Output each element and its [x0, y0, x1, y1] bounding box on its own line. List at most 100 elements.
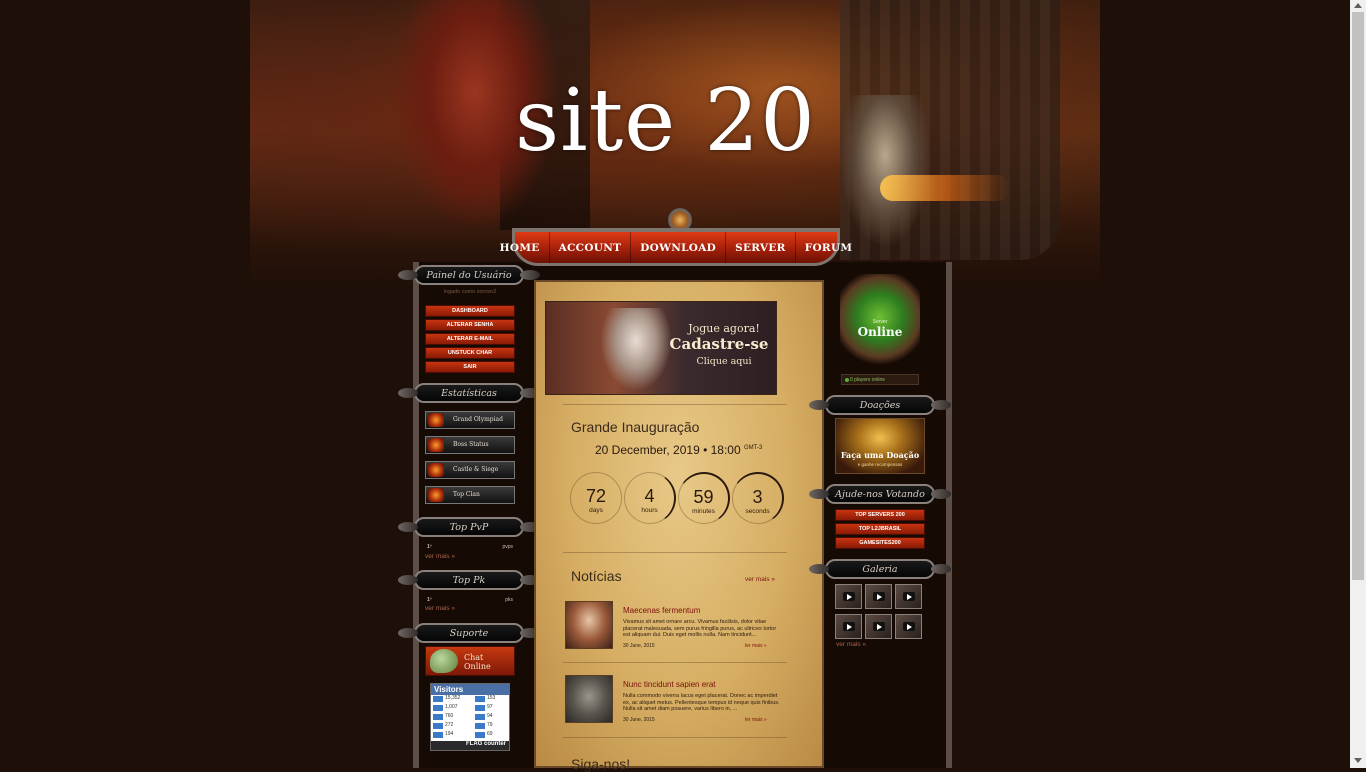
grand-olympiad-button[interactable]: Grand Olympiad — [425, 411, 515, 429]
change-email-button[interactable]: Alterar E-mail — [425, 333, 515, 345]
boss-icon — [428, 438, 444, 452]
visitors-col-left: 15,352 1,007 760 272 194 — [431, 695, 509, 740]
gallery-video-thumb[interactable] — [895, 614, 922, 639]
visitor-row: 15,352 — [431, 695, 509, 704]
site-title: site 20 — [515, 71, 816, 171]
visitor-row: 194 — [431, 731, 509, 740]
gallery-video-thumb[interactable] — [865, 584, 892, 609]
statistics-header: Estatísticas — [398, 383, 540, 403]
dashboard-button[interactable]: Dashboard — [425, 305, 515, 317]
visitor-row: 153 — [473, 695, 495, 704]
news-thumbnail — [565, 675, 613, 723]
countdown-hours: 4 hours — [624, 472, 676, 524]
castle-siege-button[interactable]: Castle & Siege — [425, 461, 515, 479]
top-pvp-more-link[interactable]: ver mais » — [425, 553, 455, 560]
countdown-label: minutes — [692, 508, 715, 515]
top-pvp-rank: 1º — [427, 544, 432, 550]
castle-icon — [428, 463, 444, 477]
opening-title: Grande Inauguração — [571, 419, 700, 435]
chat-line2: Online — [464, 662, 491, 671]
nav-server[interactable]: Server — [726, 232, 796, 263]
vote-gamesites-button[interactable]: Gamesites200 — [835, 537, 925, 549]
main-nav: Home Account Download Server Forum — [500, 228, 852, 266]
vote-topservers-button[interactable]: Top Servers 200 — [835, 509, 925, 521]
gallery-more-link[interactable]: ver mais » — [836, 641, 866, 648]
countdown-label: hours — [641, 507, 658, 514]
unstuck-char-button[interactable]: Unstuck Char — [425, 347, 515, 359]
visitors-col-right: 153 97 94 79 69 — [473, 695, 495, 740]
donate-banner[interactable]: Faça uma Doação e ganhe recompensas — [835, 418, 925, 474]
banner-line2: Cadastre-se — [669, 335, 769, 353]
user-panel-header: Painel do Usuário — [398, 265, 540, 285]
stat-label: Castle & Siege — [453, 466, 499, 473]
news-item-more[interactable]: ler mais » — [745, 643, 767, 649]
visitor-row: 94 — [473, 713, 495, 722]
server-status-orb: Server Online — [840, 274, 920, 370]
visitors-title: Visitors — [431, 684, 509, 695]
logged-as-text: logado como sorriso2 — [443, 289, 497, 295]
nav-download[interactable]: Download — [631, 232, 727, 263]
news-item-text: Vivamus sit amet ornare arcu. Vivamus fa… — [623, 619, 777, 638]
countdown-value: 3 — [752, 487, 763, 507]
news-item[interactable]: Maecenas fermentum Vivamus sit amet orna… — [565, 601, 785, 653]
countdown-value: 72 — [585, 486, 607, 506]
countdown-days: 72 days — [570, 472, 622, 524]
gallery-video-thumb[interactable] — [895, 584, 922, 609]
divider — [563, 737, 787, 738]
news-item-more[interactable]: ler mais » — [745, 717, 767, 723]
nav-account[interactable]: Account — [550, 232, 632, 263]
countdown-value: 59 — [693, 487, 714, 507]
news-item[interactable]: Nunc tincidunt sapien erat Nulla commodo… — [565, 675, 785, 727]
flag-counter-widget[interactable]: Visitors 15,352 1,007 760 272 194 153 97… — [430, 683, 510, 751]
divider — [563, 404, 787, 405]
opening-timezone: GMT-3 — [743, 445, 763, 451]
countdown-minutes: 59 minutes — [678, 472, 730, 524]
news-title: Notícias — [571, 568, 622, 584]
visitor-row: 97 — [473, 704, 495, 713]
stat-label: Grand Olympiad — [453, 416, 503, 423]
banner-line3: Clique aqui — [696, 356, 752, 367]
boss-status-button[interactable]: Boss Status — [425, 436, 515, 454]
countdown-label: seconds — [745, 508, 770, 515]
chat-online-button[interactable]: Chat Online — [425, 646, 515, 676]
scroll-thumb[interactable] — [1352, 12, 1364, 580]
clan-icon — [428, 488, 444, 502]
support-header: Suporte — [398, 623, 540, 643]
logout-button[interactable]: Sair — [425, 361, 515, 373]
top-pvp-col: pvps — [502, 544, 513, 550]
opening-date-text: 20 December, 2019 • 18:00 — [595, 443, 741, 457]
top-clan-button[interactable]: Top Clan — [425, 486, 515, 504]
play-icon — [843, 622, 855, 631]
nav-forum[interactable]: Forum — [796, 232, 862, 263]
scroll-up-icon[interactable] — [1354, 3, 1362, 8]
change-password-button[interactable]: Alterar Senha — [425, 319, 515, 331]
gallery-video-thumb[interactable] — [835, 584, 862, 609]
opening-date: 20 December, 2019 • 18:00 GMT-3 — [595, 443, 762, 457]
vote-l2jbrasil-button[interactable]: Top L2JBrasil — [835, 523, 925, 535]
banner-line1: Jogue agora! — [688, 322, 760, 335]
top-pk-col: pks — [505, 597, 513, 603]
top-pk-more-link[interactable]: ver mais » — [425, 605, 455, 612]
news-item-date: 30 June, 2015 — [623, 643, 655, 649]
news-item-title[interactable]: Nunc tincidunt sapien erat — [623, 680, 716, 689]
gallery-header: Galeria — [809, 559, 951, 579]
news-item-date: 30 June, 2015 — [623, 717, 655, 723]
visitor-row: 760 — [431, 713, 509, 722]
gallery-video-thumb[interactable] — [865, 614, 892, 639]
play-icon — [873, 622, 885, 631]
visitor-row: 272 — [431, 722, 509, 731]
elf-character-art — [601, 308, 671, 390]
visitor-row: 1,007 — [431, 704, 509, 713]
nav-home[interactable]: Home — [491, 232, 550, 263]
news-more-link[interactable]: ver mais » — [745, 576, 775, 583]
news-item-title[interactable]: Maecenas fermentum — [623, 606, 700, 615]
olympiad-icon — [428, 413, 444, 427]
donations-header: Doações — [809, 395, 951, 415]
flag-counter-brand: FLAG counter — [431, 741, 509, 750]
register-banner[interactable]: Jogue agora! Cadastre-se Clique aqui — [545, 301, 777, 395]
top-pk-rank: 1º — [427, 597, 432, 603]
gallery-video-thumb[interactable] — [835, 614, 862, 639]
stat-label: Top Clan — [453, 491, 480, 498]
play-icon — [873, 592, 885, 601]
scroll-down-icon[interactable] — [1354, 758, 1362, 763]
